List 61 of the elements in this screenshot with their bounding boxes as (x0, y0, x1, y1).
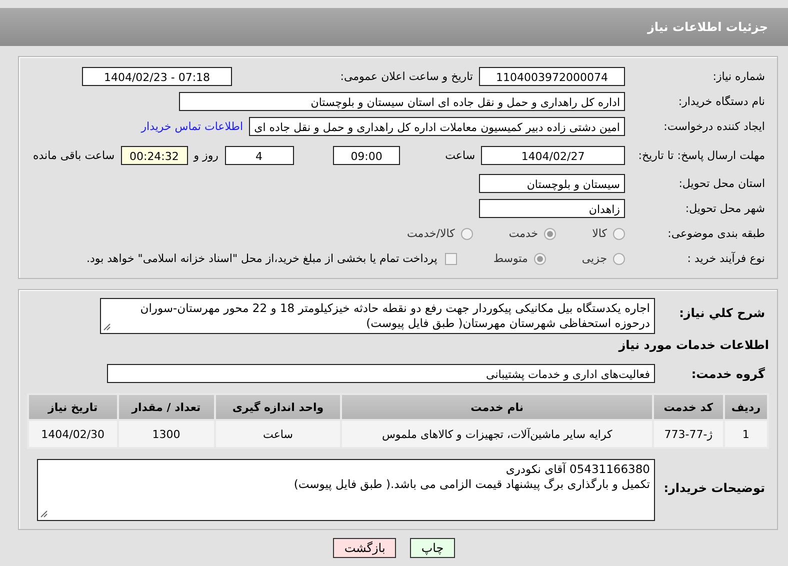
radio-button[interactable] (544, 228, 556, 240)
text-field[interactable]: فعالیت‌های اداری و خدمات پشتیبانی (107, 364, 655, 383)
field-label: ساعت باقی مانده (32, 148, 116, 162)
field-label: شماره نیاز: (712, 70, 766, 83)
notes-line: تکمیل و بارگذاری برگ پیشنهاد قیمت الزامی می باشد.( طبق فایل پیوست) (292, 477, 650, 492)
description-box[interactable]: اجاره یکدستگاه بیل مکانیکی پیکوردار جهت رفع دو نقطه حادثه خیزکیلومتر 18 و 22 محور مهرستان-سوران درحوزه استحفاظی شهرستان مهرستان( طبق فایل پیوست) (100, 298, 655, 334)
radio-label: خدمت (508, 227, 538, 240)
field-label: مهلت ارسال پاسخ: تا تاریخ: (637, 148, 766, 162)
field-label: نام دستگاه خریدار: (677, 95, 766, 108)
column-header: کد خدمت (652, 394, 724, 420)
text-field[interactable]: زاهدان (479, 199, 625, 218)
notes-line: 05431166380 آقای نکودری (504, 462, 650, 477)
radio-button[interactable] (613, 228, 625, 240)
page-title: جزئیات اطلاعات نیاز (647, 20, 768, 34)
field-label: توضیحات خریدار: (662, 480, 766, 495)
column-header: تاریخ نیاز (28, 394, 118, 420)
contact-link[interactable]: اطلاعات تماس خریدار (141, 120, 250, 133)
text-field[interactable]: 1404/02/23 - 07:18 (82, 67, 232, 86)
field-label: استان محل تحویل: (678, 177, 766, 190)
field-label: روز و (192, 148, 220, 162)
radio-label: جزیی (582, 252, 607, 265)
field-label: طبقه بندی موضوعی: (666, 227, 766, 240)
text-field[interactable]: 4 (224, 146, 294, 164)
text-field[interactable]: 09:00 (332, 146, 400, 164)
radio-button[interactable] (613, 252, 625, 264)
table-cell: 1300 (118, 420, 215, 448)
text-field[interactable]: 00:24:32 (120, 146, 188, 164)
field-label: شرح کلي نياز: (678, 305, 766, 320)
radio-button[interactable] (534, 252, 546, 264)
section-title: اطلاعات خدمات مورد نیاز (617, 338, 769, 352)
table-cell: کرایه سایر ماشین‌آلات، تجهیزات و کالاهای ملموس (341, 420, 653, 448)
field-label: شهر محل تحویل: (684, 202, 766, 215)
radio-label: کالا/خدمت (407, 227, 455, 240)
radio-label: کالا (592, 227, 607, 240)
field-label: نوع فرآیند خرید : (686, 252, 766, 265)
resize-grip-icon[interactable] (103, 323, 111, 331)
column-header: واحد اندازه گیری (214, 394, 342, 420)
notes-box[interactable]: 05431166380 آقای نکودری تکمیل و بارگذاری برگ پیشنهاد قیمت الزامی می باشد.( طبق فایل پیوست) (37, 459, 655, 521)
field-label: تاریخ و ساعت اعلان عمومی: (339, 70, 474, 83)
table-cell: ساعت (214, 420, 342, 448)
table-cell: 1 (724, 420, 768, 448)
radio-label: متوسط (493, 252, 528, 265)
checkbox[interactable] (445, 252, 458, 264)
text-field[interactable]: 1404/02/27 (481, 146, 625, 164)
column-header: تعداد / مقدار (118, 394, 215, 420)
text-field[interactable]: 1104003972000074 (479, 67, 625, 86)
field-label: ایجاد کننده درخواست: (662, 120, 766, 133)
back-button[interactable]: بازگشت (333, 538, 396, 558)
payment-note: پرداخت تمام یا بخشی از مبلغ خرید،از محل "اسناد خزانه اسلامی" خواهد بود. (86, 252, 438, 265)
table-cell: 1404/02/30 (28, 420, 118, 448)
print-button[interactable]: چاپ (410, 538, 455, 558)
table-cell: ژ-77-773 (652, 420, 724, 448)
column-header: ردیف (724, 394, 768, 420)
column-header: نام خدمت (341, 394, 653, 420)
field-label: ساعت (444, 148, 476, 162)
text-field[interactable]: اداره کل راهداری و حمل و نقل جاده ای استان سیستان و بلوچستان (179, 92, 625, 111)
text-field[interactable]: امین دشتی زاده دبیر کمیسیون معاملات اداره کل راهداری و حمل و نقل جاده ای (249, 117, 625, 136)
field-label: گروه خدمت: (690, 366, 766, 380)
resize-grip-icon[interactable] (40, 510, 48, 518)
text-field[interactable]: سیستان و بلوچستان (479, 174, 625, 193)
radio-button[interactable] (460, 228, 473, 240)
